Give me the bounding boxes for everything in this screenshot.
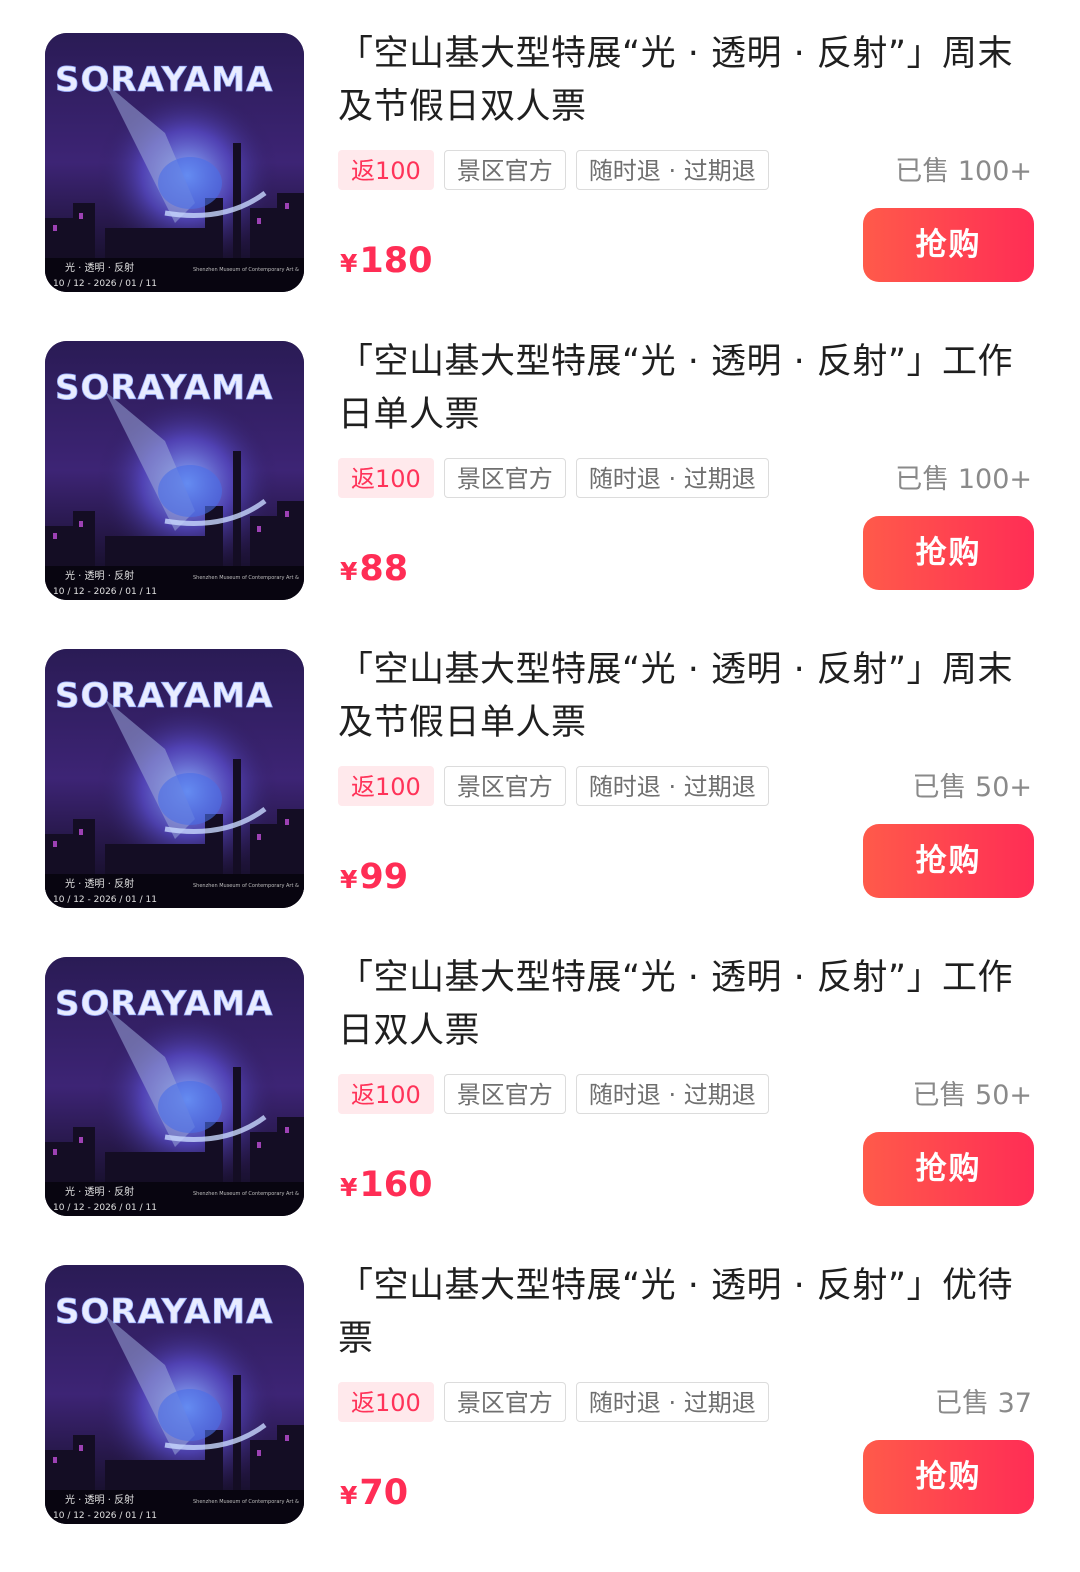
product-title[interactable]: 「空山基大型特展“光 · 透明 · 反射”」周末及节假日单人票 bbox=[338, 644, 1028, 750]
tag-row: 返100 景区官方 随时退 · 过期退 bbox=[338, 1074, 769, 1116]
svg-text:光 · 透明 · 反射: 光 · 透明 · 反射 bbox=[65, 1185, 134, 1198]
price-value: 88 bbox=[359, 549, 409, 589]
product-title[interactable]: 「空山基大型特展“光 · 透明 · 反射”」工作日单人票 bbox=[338, 336, 1028, 442]
price: ¥160 bbox=[340, 1160, 432, 1213]
svg-text:10 / 12 - 2026 / 01 / 11: 10 / 12 - 2026 / 01 / 11 bbox=[53, 279, 157, 289]
currency-symbol: ¥ bbox=[340, 557, 358, 586]
poster-thumbnail[interactable]: SORAYAMA 光 · 透明 · 反射 10 / 12 - 2026 / 01… bbox=[45, 1265, 304, 1524]
poster-image: SORAYAMA 光 · 透明 · 反射 10 / 12 - 2026 / 01… bbox=[45, 957, 304, 1216]
price: ¥180 bbox=[340, 236, 432, 289]
refund-tag: 随时退 · 过期退 bbox=[575, 1074, 769, 1114]
product-card[interactable]: SORAYAMA 光 · 透明 · 反射 10 / 12 - 2026 / 01… bbox=[0, 616, 1080, 924]
official-tag: 景区官方 bbox=[443, 1074, 566, 1114]
price: ¥70 bbox=[340, 1468, 408, 1521]
official-tag: 景区官方 bbox=[443, 766, 566, 806]
svg-text:Shenzhen Museum of Contemporar: Shenzhen Museum of Contemporary Art & bbox=[193, 575, 299, 581]
svg-text:SORAYAMA: SORAYAMA bbox=[55, 60, 273, 100]
poster-image: SORAYAMA 光 · 透明 · 反射 10 / 12 - 2026 / 01… bbox=[45, 33, 304, 292]
refund-tag: 随时退 · 过期退 bbox=[575, 1382, 769, 1422]
price-value: 180 bbox=[359, 241, 433, 281]
tag-row: 返100 景区官方 随时退 · 过期退 bbox=[338, 150, 769, 192]
svg-text:SORAYAMA: SORAYAMA bbox=[55, 984, 273, 1024]
poster-thumbnail[interactable]: SORAYAMA 光 · 透明 · 反射 10 / 12 - 2026 / 01… bbox=[45, 341, 304, 600]
buy-button[interactable]: 抢购 bbox=[863, 1440, 1034, 1514]
price-value: 99 bbox=[359, 857, 409, 897]
price: ¥99 bbox=[340, 852, 408, 905]
svg-text:光 · 透明 · 反射: 光 · 透明 · 反射 bbox=[65, 1493, 134, 1506]
cashback-tag: 返100 bbox=[338, 150, 434, 190]
svg-text:Shenzhen Museum of Contemporar: Shenzhen Museum of Contemporary Art & bbox=[193, 267, 299, 273]
tag-row: 返100 景区官方 随时退 · 过期退 bbox=[338, 1382, 769, 1424]
buy-button[interactable]: 抢购 bbox=[863, 516, 1034, 590]
buy-button[interactable]: 抢购 bbox=[863, 208, 1034, 282]
poster-thumbnail[interactable]: SORAYAMA 光 · 透明 · 反射 10 / 12 - 2026 / 01… bbox=[45, 33, 304, 292]
svg-text:光 · 透明 · 反射: 光 · 透明 · 反射 bbox=[65, 261, 134, 274]
sold-count: 已售 100+ bbox=[895, 156, 1032, 187]
product-title[interactable]: 「空山基大型特展“光 · 透明 · 反射”」优待票 bbox=[338, 1260, 1028, 1366]
tag-row: 返100 景区官方 随时退 · 过期退 bbox=[338, 458, 769, 500]
sold-count: 已售 100+ bbox=[895, 464, 1032, 495]
poster-thumbnail[interactable]: SORAYAMA 光 · 透明 · 反射 10 / 12 - 2026 / 01… bbox=[45, 957, 304, 1216]
price-value: 160 bbox=[359, 1165, 433, 1205]
official-tag: 景区官方 bbox=[443, 458, 566, 498]
cashback-tag: 返100 bbox=[338, 766, 434, 806]
svg-text:10 / 12 - 2026 / 01 / 11: 10 / 12 - 2026 / 01 / 11 bbox=[53, 1203, 157, 1213]
price-value: 70 bbox=[359, 1473, 409, 1513]
cashback-tag: 返100 bbox=[338, 1382, 434, 1422]
poster-image: SORAYAMA 光 · 透明 · 反射 10 / 12 - 2026 / 01… bbox=[45, 341, 304, 600]
svg-text:SORAYAMA: SORAYAMA bbox=[55, 676, 273, 716]
svg-text:Shenzhen Museum of Contemporar: Shenzhen Museum of Contemporary Art & bbox=[193, 883, 299, 889]
product-title[interactable]: 「空山基大型特展“光 · 透明 · 反射”」周末及节假日双人票 bbox=[338, 28, 1028, 134]
svg-text:10 / 12 - 2026 / 01 / 11: 10 / 12 - 2026 / 01 / 11 bbox=[53, 1511, 157, 1521]
tag-row: 返100 景区官方 随时退 · 过期退 bbox=[338, 766, 769, 808]
currency-symbol: ¥ bbox=[340, 249, 358, 278]
svg-text:10 / 12 - 2026 / 01 / 11: 10 / 12 - 2026 / 01 / 11 bbox=[53, 895, 157, 905]
price: ¥88 bbox=[340, 544, 408, 597]
official-tag: 景区官方 bbox=[443, 150, 566, 190]
svg-text:10 / 12 - 2026 / 01 / 11: 10 / 12 - 2026 / 01 / 11 bbox=[53, 587, 157, 597]
poster-image: SORAYAMA 光 · 透明 · 反射 10 / 12 - 2026 / 01… bbox=[45, 1265, 304, 1524]
svg-text:Shenzhen Museum of Contemporar: Shenzhen Museum of Contemporary Art & bbox=[193, 1499, 299, 1505]
buy-button[interactable]: 抢购 bbox=[863, 1132, 1034, 1206]
svg-text:光 · 透明 · 反射: 光 · 透明 · 反射 bbox=[65, 569, 134, 582]
refund-tag: 随时退 · 过期退 bbox=[575, 458, 769, 498]
svg-text:光 · 透明 · 反射: 光 · 透明 · 反射 bbox=[65, 877, 134, 890]
product-list: SORAYAMA 光 · 透明 · 反射 10 / 12 - 2026 / 01… bbox=[0, 0, 1080, 1572]
product-card[interactable]: SORAYAMA 光 · 透明 · 反射 10 / 12 - 2026 / 01… bbox=[0, 924, 1080, 1232]
sold-count: 已售 37 bbox=[935, 1388, 1032, 1419]
svg-text:Shenzhen Museum of Contemporar: Shenzhen Museum of Contemporary Art & bbox=[193, 1191, 299, 1197]
svg-text:SORAYAMA: SORAYAMA bbox=[55, 368, 273, 408]
refund-tag: 随时退 · 过期退 bbox=[575, 150, 769, 190]
cashback-tag: 返100 bbox=[338, 458, 434, 498]
official-tag: 景区官方 bbox=[443, 1382, 566, 1422]
currency-symbol: ¥ bbox=[340, 1173, 358, 1202]
poster-image: SORAYAMA 光 · 透明 · 反射 10 / 12 - 2026 / 01… bbox=[45, 649, 304, 908]
sold-count: 已售 50+ bbox=[912, 772, 1032, 803]
product-card[interactable]: SORAYAMA 光 · 透明 · 反射 10 / 12 - 2026 / 01… bbox=[0, 308, 1080, 616]
buy-button[interactable]: 抢购 bbox=[863, 824, 1034, 898]
cashback-tag: 返100 bbox=[338, 1074, 434, 1114]
svg-text:SORAYAMA: SORAYAMA bbox=[55, 1292, 273, 1332]
sold-count: 已售 50+ bbox=[912, 1080, 1032, 1111]
currency-symbol: ¥ bbox=[340, 865, 358, 894]
currency-symbol: ¥ bbox=[340, 1481, 358, 1510]
product-card[interactable]: SORAYAMA 光 · 透明 · 反射 10 / 12 - 2026 / 01… bbox=[0, 0, 1080, 308]
refund-tag: 随时退 · 过期退 bbox=[575, 766, 769, 806]
poster-thumbnail[interactable]: SORAYAMA 光 · 透明 · 反射 10 / 12 - 2026 / 01… bbox=[45, 649, 304, 908]
product-card[interactable]: SORAYAMA 光 · 透明 · 反射 10 / 12 - 2026 / 01… bbox=[0, 1232, 1080, 1540]
product-title[interactable]: 「空山基大型特展“光 · 透明 · 反射”」工作日双人票 bbox=[338, 952, 1028, 1058]
